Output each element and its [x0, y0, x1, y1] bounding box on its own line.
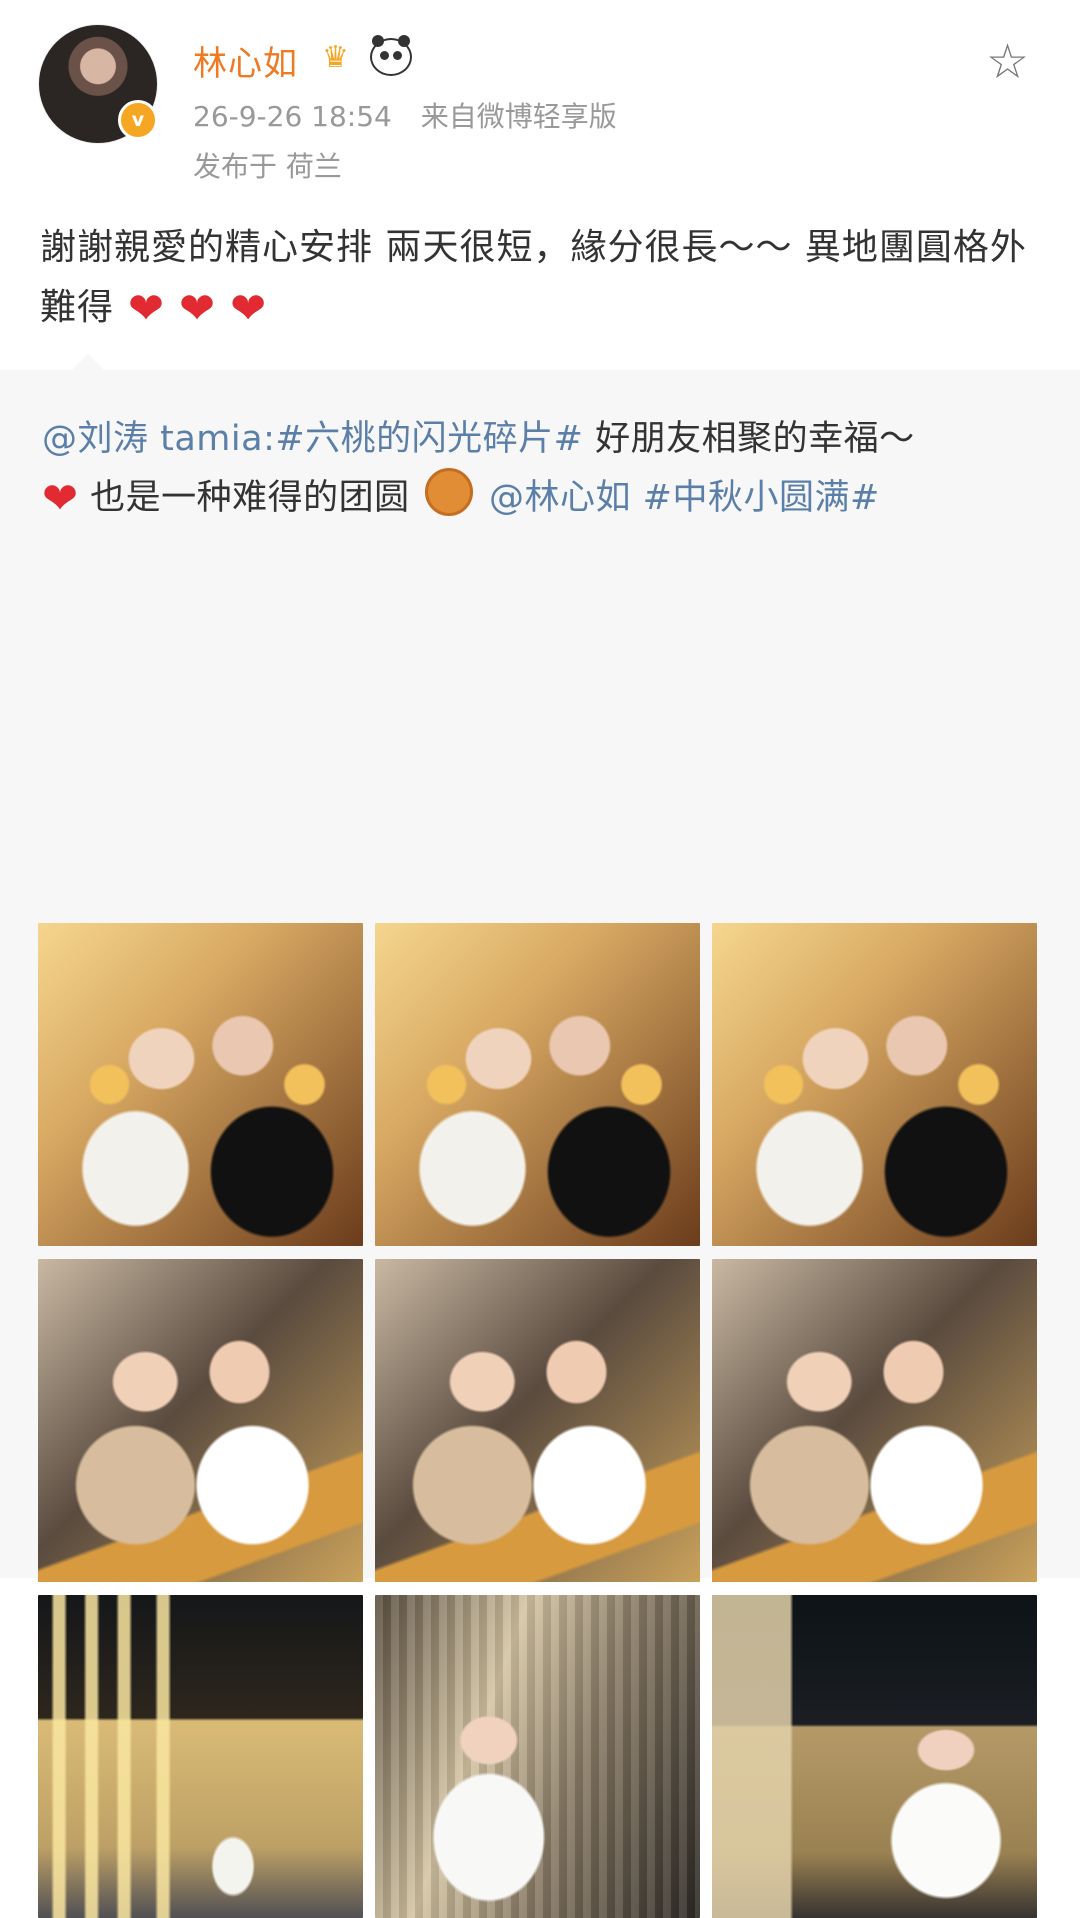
- heart-icon: ❤: [42, 474, 79, 524]
- repost-hashtag[interactable]: #六桃的闪光碎片#: [275, 419, 583, 459]
- photo-9[interactable]: [712, 1595, 1037, 1918]
- photo-2[interactable]: [375, 923, 700, 1246]
- photo-3[interactable]: [712, 923, 1037, 1246]
- heart-icon: ❤: [128, 284, 166, 334]
- post-header: v 林心如 ♛ ☆ 26-9-26 18:54 来自微博轻享版 发布于 荷兰: [0, 0, 1080, 190]
- repost-body-text: 好朋友相聚的幸福～: [583, 419, 915, 459]
- post-text: 謝謝親愛的精心安排 兩天很短，緣分很長～～ 異地團圓格外難得 ❤ ❤ ❤: [40, 218, 1030, 338]
- photo-grid: [38, 923, 1038, 1918]
- crown-icon: ♛: [322, 40, 349, 75]
- repost-mention[interactable]: @刘涛 tamia:: [42, 419, 275, 459]
- photo-6[interactable]: [712, 1259, 1037, 1582]
- photo-7[interactable]: [38, 1595, 363, 1918]
- photo-5[interactable]: [375, 1259, 700, 1582]
- repost-mention[interactable]: @林心如: [489, 478, 631, 518]
- photo-4[interactable]: [38, 1259, 363, 1582]
- avatar[interactable]: v: [38, 24, 158, 144]
- repost-body-text: 也是一种难得的团圆: [90, 478, 410, 518]
- repost-card[interactable]: @刘涛 tamia:#六桃的闪光碎片# 好朋友相聚的幸福～ ❤ 也是一种难得的团…: [0, 354, 1080, 1918]
- username[interactable]: 林心如: [193, 36, 298, 85]
- photo-8[interactable]: [375, 1595, 700, 1918]
- heart-icon: ❤: [179, 284, 217, 334]
- photo-1[interactable]: [38, 923, 363, 1246]
- verified-icon: v: [118, 100, 158, 140]
- post-location: 发布于 荷兰: [193, 150, 342, 183]
- repost-text: @刘涛 tamia:#六桃的闪光碎片# 好朋友相聚的幸福～ ❤ 也是一种难得的团…: [42, 410, 1037, 527]
- panda-icon: [370, 35, 412, 76]
- repost-hashtag[interactable]: #中秋小圆满#: [643, 478, 880, 518]
- mooncake-icon: [425, 468, 474, 516]
- panda-eye-icon: [380, 51, 389, 60]
- post-meta: 26-9-26 18:54 来自微博轻享版: [193, 95, 617, 135]
- heart-icon: ❤: [230, 284, 268, 334]
- panda-eye-icon: [393, 51, 402, 60]
- repost-pointer: [72, 354, 104, 370]
- post-source[interactable]: 来自微博轻享版: [421, 100, 617, 133]
- post-timestamp: 26-9-26 18:54: [193, 100, 392, 133]
- star-icon[interactable]: ☆: [986, 34, 1029, 90]
